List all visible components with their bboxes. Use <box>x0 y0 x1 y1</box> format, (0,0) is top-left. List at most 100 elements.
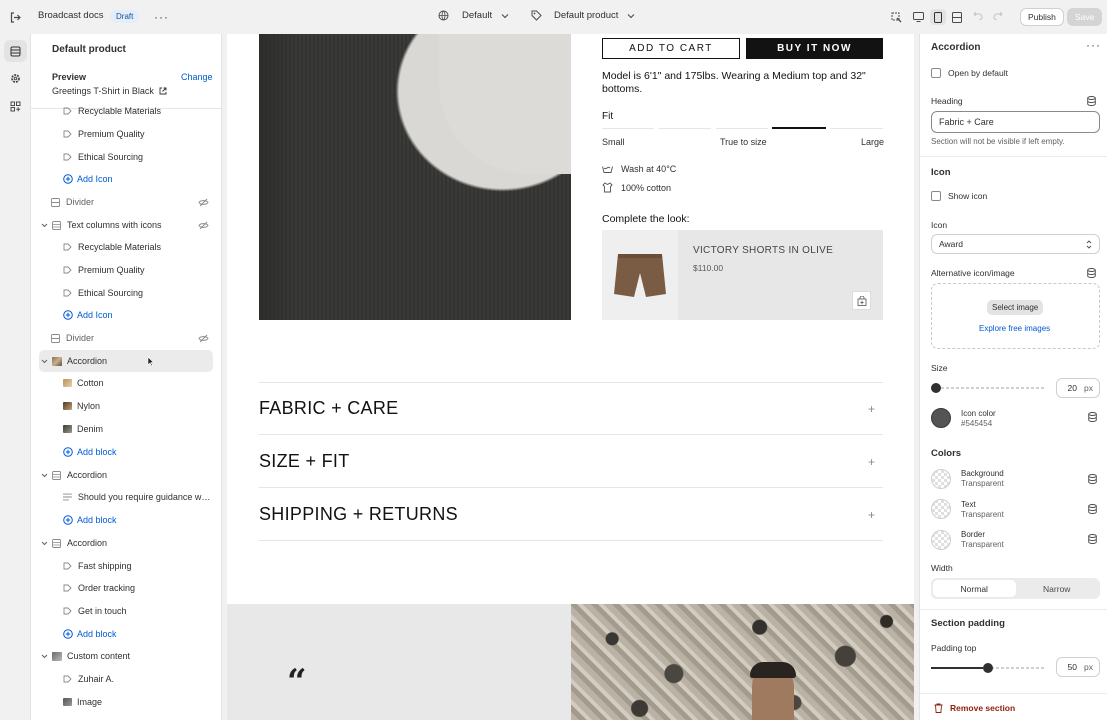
chevron-down-icon <box>501 13 509 18</box>
tree-block-premium-quality[interactable]: Premium Quality <box>39 124 213 144</box>
padding-top-input[interactable]: 50 px <box>1056 657 1100 677</box>
open-by-default-checkbox[interactable]: Open by default <box>931 68 1008 78</box>
tree-block-order-tracking[interactable]: Order tracking <box>39 578 213 598</box>
chevron-down-icon[interactable] <box>41 359 48 364</box>
icon-color-swatch[interactable] <box>931 408 951 428</box>
save-button[interactable]: Save <box>1067 8 1103 26</box>
width-normal-option[interactable]: Normal <box>933 580 1016 597</box>
size-slider[interactable] <box>931 383 1045 393</box>
add-block-button[interactable]: Add block <box>39 442 213 462</box>
publish-button[interactable]: Publish <box>1020 8 1064 26</box>
dynamic-source-icon[interactable] <box>1088 412 1097 422</box>
block-icon <box>63 153 72 160</box>
slider-thumb[interactable] <box>931 383 941 393</box>
padding-top-slider[interactable] <box>931 663 1045 673</box>
tree-block-guidance[interactable]: Should you require guidance whi... <box>39 487 213 507</box>
change-preview-link[interactable]: Change <box>181 72 213 82</box>
accordion-size-fit[interactable]: SIZE + FIT + <box>259 436 883 488</box>
fit-label: Fit <box>602 111 614 122</box>
tree-section-custom-content[interactable]: Custom content <box>39 646 213 666</box>
size-input[interactable]: 20 px <box>1056 378 1100 398</box>
redo-icon[interactable] <box>993 10 1003 20</box>
tree-block-nylon[interactable]: Nylon <box>39 396 213 416</box>
tree-item-label: Ethical Sourcing <box>78 152 144 162</box>
rec-product-name[interactable]: VICTORY SHORTS IN OLIVE <box>693 245 833 256</box>
add-block-button[interactable]: Add block <box>39 510 213 530</box>
remove-section-button[interactable]: Remove section <box>934 703 1015 713</box>
undo-icon[interactable] <box>973 10 983 20</box>
width-segmented-control: Normal Narrow <box>931 578 1100 599</box>
preview-canvas: ADD TO CART BUY IT NOW Model is 6'1" and… <box>227 34 914 720</box>
tree-item-label: Get in touch <box>78 606 127 616</box>
tree-block-cotton[interactable]: Cotton <box>39 373 213 393</box>
template-selector[interactable]: Default product <box>531 10 635 21</box>
tree-block-image[interactable]: Image <box>39 692 213 712</box>
tree-block-ethical-sourcing[interactable]: Ethical Sourcing <box>39 283 213 303</box>
more-actions-icon[interactable]: ··· <box>1086 38 1101 52</box>
mobile-view-icon[interactable] <box>930 9 946 25</box>
settings-gear-icon[interactable] <box>4 67 27 89</box>
tree-block-denim[interactable]: Denim <box>39 419 213 439</box>
width-narrow-option[interactable]: Narrow <box>1016 580 1099 597</box>
apps-icon[interactable] <box>4 95 27 117</box>
add-icon-button[interactable]: Add Icon <box>39 169 213 189</box>
eye-slash-icon[interactable] <box>198 198 209 207</box>
add-block-button[interactable]: Add block <box>39 624 213 644</box>
buy-it-now-button[interactable]: BUY IT NOW <box>746 38 883 59</box>
dynamic-source-icon[interactable] <box>1088 474 1097 484</box>
add-to-cart-button[interactable]: ADD TO CART <box>602 38 740 59</box>
accordion-shipping-returns[interactable]: SHIPPING + RETURNS + <box>259 489 883 541</box>
checkbox[interactable] <box>931 68 941 78</box>
full-width-icon[interactable] <box>949 9 965 25</box>
product-image[interactable] <box>259 34 571 320</box>
tree-section-accordion[interactable]: Accordion <box>39 465 213 485</box>
explore-images-link[interactable]: Explore free images <box>979 324 1050 333</box>
accordion-fabric-care[interactable]: FABRIC + CARE + <box>259 383 883 435</box>
chevron-down-icon[interactable] <box>41 541 48 546</box>
inspector-icon[interactable] <box>889 9 904 25</box>
eye-slash-icon[interactable] <box>198 221 209 230</box>
desktop-view-icon[interactable] <box>910 9 926 25</box>
size-label: Size <box>931 363 948 373</box>
icon-select[interactable]: Award <box>931 234 1100 254</box>
checkbox[interactable] <box>931 191 941 201</box>
show-icon-checkbox[interactable]: Show icon <box>931 191 987 201</box>
more-actions-icon[interactable]: ··· <box>154 10 169 24</box>
tree-section-divider[interactable]: Divider <box>39 328 213 348</box>
theme-selector[interactable]: Default <box>438 10 509 21</box>
add-icon-button[interactable]: Add Icon <box>39 305 213 325</box>
dynamic-source-icon[interactable] <box>1087 96 1096 106</box>
border-color-swatch[interactable] <box>931 530 951 550</box>
tree-block-premium-quality[interactable]: Premium Quality <box>39 260 213 280</box>
text-color-swatch[interactable] <box>931 499 951 519</box>
heading-input[interactable]: Fabric + Care <box>931 111 1100 133</box>
block-icon <box>63 243 72 250</box>
slider-thumb[interactable] <box>983 663 993 673</box>
tree-block-get-in-touch[interactable]: Get in touch <box>39 601 213 621</box>
eye-slash-icon[interactable] <box>198 334 209 343</box>
preview-product[interactable]: Greetings T-Shirt in Black <box>52 86 167 96</box>
tree-section-accordion[interactable]: Accordion <box>39 533 213 553</box>
tree-block-recyclable-materials[interactable]: Recyclable Materials <box>39 101 213 121</box>
tree-section-text-columns[interactable]: Text columns with icons <box>39 215 213 235</box>
dynamic-source-icon[interactable] <box>1088 504 1097 514</box>
dynamic-source-icon[interactable] <box>1088 534 1097 544</box>
chevron-down-icon[interactable] <box>41 223 48 228</box>
tree-block-ethical-sourcing[interactable]: Ethical Sourcing <box>39 147 213 167</box>
preview-label: Preview <box>52 72 87 82</box>
tree-section-accordion-selected[interactable]: Accordion <box>39 350 213 372</box>
tree-section-divider[interactable]: Divider <box>39 192 213 212</box>
tree-block-fast-shipping[interactable]: Fast shipping <box>39 556 213 576</box>
chevron-down-icon[interactable] <box>41 473 48 478</box>
exit-icon[interactable] <box>9 10 23 24</box>
tree-block-recyclable-materials[interactable]: Recyclable Materials <box>39 237 213 257</box>
select-image-button[interactable]: Select image <box>987 300 1044 315</box>
sections-icon[interactable] <box>4 40 27 62</box>
background-color-swatch[interactable] <box>931 469 951 489</box>
dynamic-source-icon[interactable] <box>1087 268 1096 278</box>
tree-block-zuhair[interactable]: Zuhair A. <box>39 669 213 689</box>
plus-circle-icon <box>63 629 73 639</box>
recommended-product-card[interactable]: VICTORY SHORTS IN OLIVE $110.00 <box>602 230 883 320</box>
quick-add-button[interactable] <box>852 291 871 310</box>
chevron-down-icon[interactable] <box>41 654 48 659</box>
